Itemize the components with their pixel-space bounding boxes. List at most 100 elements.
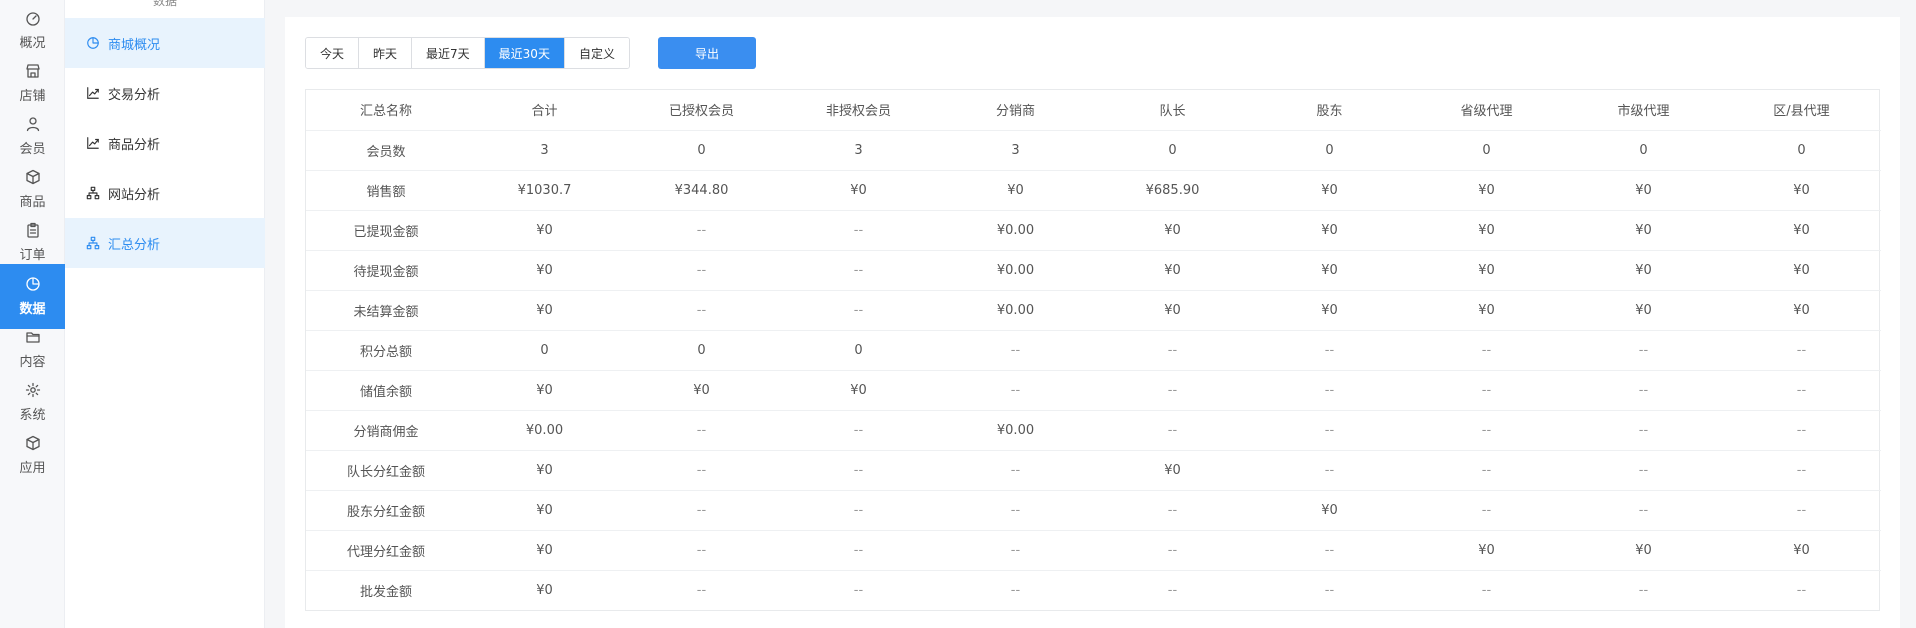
sidebar-item-label: 汇总分析: [108, 237, 161, 253]
table-cell: ¥0: [1565, 210, 1722, 251]
store-icon: [25, 64, 40, 78]
table-cell: --: [937, 490, 1094, 531]
table-cell: --: [780, 210, 937, 251]
table-cell: --: [1722, 410, 1881, 451]
column-header: 股东: [1251, 90, 1408, 131]
sidebar-item-label: 交易分析: [108, 87, 161, 103]
column-header: 分销商: [937, 90, 1094, 131]
trend-icon: [87, 87, 99, 99]
row-label: 积分总额: [306, 330, 466, 371]
date-range-button-group: 今天 昨天 最近7天 最近30天 自定义: [305, 37, 630, 69]
table-cell: --: [1565, 370, 1722, 411]
table-cell: --: [1722, 330, 1881, 371]
table-cell: --: [1638, 582, 1649, 598]
table-cell: --: [937, 330, 1094, 371]
table-cell: ¥0: [536, 582, 553, 598]
table-cell: ¥0.00: [937, 410, 1094, 451]
row-label: 储值余额: [306, 370, 466, 411]
range-button-0[interactable]: 今天: [306, 38, 360, 68]
sidebar-item-3[interactable]: 网站分析: [65, 168, 265, 218]
sidebar-item-label: 商品分析: [108, 137, 161, 153]
table-row: 销售额 ¥1030.7 ¥344.80 ¥0 ¥0 ¥685.90 ¥0 ¥0 ¥0 ¥0: [306, 170, 1881, 211]
column-header: 区/县代理: [1722, 90, 1881, 131]
summary-table: 汇总名称 合计 已授权会员 非授权会员 分销商 队长 股东 省级代理 市级代理 区/县代理 会员数…: [305, 89, 1881, 611]
table-cell: ¥0: [466, 530, 623, 571]
range-button-4[interactable]: 自定义: [564, 38, 629, 68]
sidebar-item-1[interactable]: 交易分析: [65, 68, 265, 118]
range-button-2[interactable]: 最近7天: [412, 38, 485, 68]
table-cell: ¥0: [466, 490, 623, 531]
table-cell: ¥0: [1251, 490, 1408, 531]
trend-icon: [87, 137, 99, 149]
table-cell: --: [1094, 530, 1251, 571]
table-cell: --: [937, 370, 1094, 411]
rail-item-label: 会员: [19, 142, 46, 157]
export-button[interactable]: 导出: [658, 37, 756, 69]
sidebar-item-2[interactable]: 商品分析: [65, 118, 265, 168]
table-cell: ¥344.80: [623, 170, 780, 211]
table-row: 储值余额 ¥0 ¥0 ¥0 -- -- -- -- -- --: [306, 370, 1881, 411]
table-cell: --: [1408, 410, 1565, 451]
table-cell: ¥0: [1251, 250, 1408, 291]
row-label: 未结算金额: [306, 290, 466, 331]
rail-item-label: 商品: [19, 195, 46, 210]
table-cell: ¥0: [1094, 210, 1251, 251]
table-cell: --: [1481, 582, 1492, 598]
app-root: 概况 店铺 会员 商品 订单 数据 内容 系统 应用 数据 商城概况 交易分析 商品分析 网站分析 汇总…: [0, 0, 1916, 628]
table-cell: --: [1251, 530, 1408, 571]
row-label: 队长分红金额: [306, 450, 466, 491]
table-cell: 3: [937, 130, 1094, 171]
table-cell: ¥0: [1722, 250, 1881, 291]
row-label: 批发金额: [359, 584, 412, 600]
rail-item-apps[interactable]: 应用: [0, 423, 65, 488]
table-cell: ¥0: [780, 370, 937, 411]
table-cell: --: [780, 530, 937, 571]
table-cell: --: [1094, 370, 1251, 411]
table-cell: --: [1796, 582, 1807, 598]
table-row: 会员数 3 0 3 3 0 0 0 0 0: [306, 130, 1881, 171]
table-cell: ¥0: [1094, 450, 1251, 491]
rail-item-label: 系统: [19, 408, 46, 423]
rail-item-label: 概况: [19, 36, 46, 51]
table-cell: ¥0: [1408, 250, 1565, 291]
table-cell: --: [780, 290, 937, 331]
table-cell: --: [1324, 582, 1335, 598]
sidebar-item-0[interactable]: 商城概况: [65, 18, 265, 68]
table-cell: --: [623, 290, 780, 331]
rail-item-label: 内容: [19, 355, 46, 370]
table-cell: 3: [466, 130, 623, 171]
sidebar-item-4[interactable]: 汇总分析: [65, 218, 265, 268]
table-cell: --: [623, 530, 780, 571]
table-cell: --: [1251, 330, 1408, 371]
table-cell: ¥0: [1565, 170, 1722, 211]
sidebar-item-label: 网站分析: [108, 187, 161, 203]
org-chart-icon: [86, 186, 100, 200]
table-cell: --: [1722, 370, 1881, 411]
table-cell: ¥0: [623, 370, 780, 411]
table-cell: ¥0: [1565, 290, 1722, 331]
range-button-3[interactable]: 最近30天: [484, 38, 565, 68]
table-cell: ¥0.00: [937, 210, 1094, 251]
table-cell: --: [1094, 330, 1251, 371]
table-cell: --: [1565, 410, 1722, 451]
table-cell: ¥0: [466, 250, 623, 291]
table-cell: ¥0.00: [937, 250, 1094, 291]
table-cell: --: [623, 490, 780, 531]
table-cell: --: [937, 530, 1094, 571]
column-header: 非授权会员: [780, 90, 937, 131]
table-row: 股东分红金额 ¥0 -- -- -- -- ¥0 -- -- --: [306, 490, 1881, 531]
table-cell: --: [1565, 450, 1722, 491]
table-row: 分销商佣金 ¥0.00 -- -- ¥0.00 -- -- -- -- --: [306, 410, 1881, 451]
table-row: 未结算金额 ¥0 -- -- ¥0.00 ¥0 ¥0 ¥0 ¥0 ¥0: [306, 290, 1881, 331]
table-cell: ¥1030.7: [466, 170, 623, 211]
row-label: 已提现金额: [306, 210, 466, 251]
table-cell: --: [780, 250, 937, 291]
table-cell: --: [1408, 370, 1565, 411]
folder-icon: [25, 332, 40, 343]
org-chart-icon: [86, 236, 100, 250]
pie-chart-icon: [25, 277, 40, 291]
range-button-1[interactable]: 昨天: [359, 38, 413, 68]
table-cell: ¥0: [1251, 210, 1408, 251]
table-cell: --: [937, 450, 1094, 491]
table-cell: --: [1408, 450, 1565, 491]
